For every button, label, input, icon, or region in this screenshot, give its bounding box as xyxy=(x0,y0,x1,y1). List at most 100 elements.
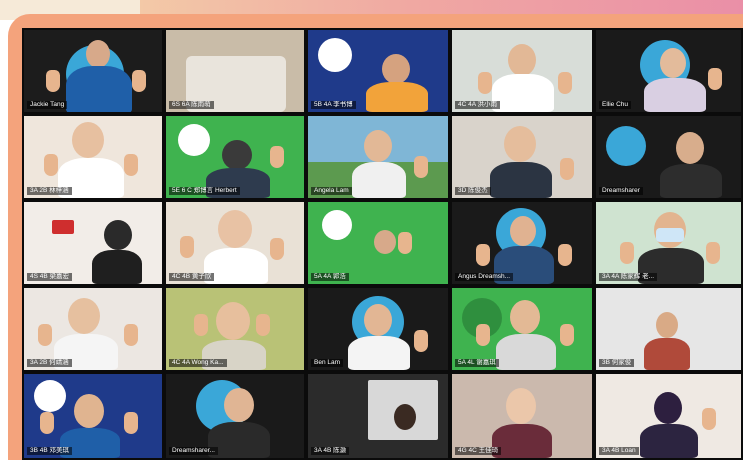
participant-body xyxy=(640,424,698,458)
participant-head xyxy=(510,216,536,246)
participant-head xyxy=(222,140,252,170)
participant-head xyxy=(506,388,536,424)
participant-name-label: 3A 2B 何靖涵 xyxy=(27,359,72,367)
video-tile[interactable]: 3A 2B 林梓涵 xyxy=(24,116,162,198)
video-tile[interactable]: Angela Lam xyxy=(308,116,448,198)
participant-head xyxy=(656,312,678,338)
participant-head xyxy=(74,394,104,428)
video-tile[interactable]: Dreamsharer xyxy=(596,116,741,198)
participant-body xyxy=(660,164,722,198)
participant-body xyxy=(644,338,690,370)
participant-head xyxy=(104,220,132,250)
hand-icon xyxy=(706,242,720,264)
video-tile[interactable]: 3A 4A 陈家辉 老... xyxy=(596,202,741,284)
participant-name-label: 4G 4C 王佳琦 xyxy=(455,447,502,455)
video-tile[interactable]: Ben Lam xyxy=(308,288,448,370)
participant-body xyxy=(490,162,552,198)
hand-icon xyxy=(702,408,716,430)
screenshot-frame: Jackie Tang 6S 6A 陈雨萌 5B 4A 李书博 4C 4A 洪小… xyxy=(0,0,743,460)
participant-head xyxy=(364,130,392,162)
participant-head xyxy=(364,304,392,336)
video-tile[interactable]: Angus Dreamsh... xyxy=(452,202,592,284)
participant-head xyxy=(510,300,540,334)
video-tile[interactable]: 3A 4B Loan xyxy=(596,374,741,458)
participant-body xyxy=(492,74,554,112)
video-tile[interactable]: Jackie Tang xyxy=(24,30,162,112)
hand-icon xyxy=(478,72,492,94)
participant-name-label: 3B 4B 邓美琪 xyxy=(27,447,73,455)
participant-name-label: 5A 4L 谢嘉琪 xyxy=(455,359,499,367)
hand-icon xyxy=(558,72,572,94)
participant-body xyxy=(496,334,556,370)
hand-icon xyxy=(414,156,428,178)
participant-name-label: 3A 4B 陈灏 xyxy=(311,447,350,455)
participant-name-label: 5B 4A 李书博 xyxy=(311,101,356,109)
hand-icon xyxy=(256,314,270,336)
participant-name-label: 4C 4A 洪小雨 xyxy=(455,101,501,109)
participant-body xyxy=(644,78,706,112)
hand-icon xyxy=(270,146,284,168)
participant-head xyxy=(382,54,410,84)
participant-name-label: Ellie Chu xyxy=(599,101,632,109)
video-tile[interactable]: 4C 4A Wong Ka... xyxy=(166,288,304,370)
participant-name-label: Jackie Tang xyxy=(27,101,68,109)
hand-icon xyxy=(180,236,194,258)
video-tile[interactable]: 6S 6A 陈雨萌 xyxy=(166,30,304,112)
participant-head xyxy=(218,210,252,248)
hand-icon xyxy=(124,154,138,176)
hand-icon xyxy=(270,238,284,260)
participant-name-label: 4C 4B 黄子欣 xyxy=(169,273,215,281)
participant-name-label: Angus Dreamsh... xyxy=(455,273,514,281)
video-tile[interactable]: Ellie Chu xyxy=(596,30,741,112)
participant-body xyxy=(66,66,132,112)
participant-name-label: Dreamsharer... xyxy=(169,447,218,455)
dreamsharer-logo-icon xyxy=(322,210,352,240)
video-tile[interactable]: 3A 2B 何靖涵 xyxy=(24,288,162,370)
red-decoration xyxy=(52,220,74,234)
dreamsharer-logo-icon xyxy=(34,380,66,412)
video-tile[interactable]: 5A 4A 郭浩 xyxy=(308,202,448,284)
participant-head xyxy=(68,298,100,334)
video-tile[interactable]: 5E 6 C 郑博言 Herbert xyxy=(166,116,304,198)
video-tile[interactable]: 5B 4A 李书博 xyxy=(308,30,448,112)
participant-name-label: 3A 4B Loan xyxy=(599,447,639,455)
participant-name-label: Dreamsharer xyxy=(599,187,643,195)
hand-icon xyxy=(414,330,428,352)
video-tile[interactable]: 3A 4B 陈灏 xyxy=(308,374,448,458)
participant-head xyxy=(374,230,396,254)
participant-body xyxy=(348,336,410,370)
participant-head xyxy=(86,40,110,68)
participant-head xyxy=(394,404,416,430)
dreamsharer-logo-icon xyxy=(606,126,646,166)
participant-head xyxy=(72,122,104,158)
participant-body xyxy=(352,162,406,198)
participant-head xyxy=(508,44,536,76)
face-mask xyxy=(656,228,684,242)
hand-icon xyxy=(40,412,54,434)
video-tile[interactable]: 4C 4A 洪小雨 xyxy=(452,30,592,112)
video-tile[interactable]: 3B 何家俊 xyxy=(596,288,741,370)
participant-head xyxy=(504,126,536,162)
video-tile[interactable]: Dreamsharer... xyxy=(166,374,304,458)
participant-name-label: 3A 2B 林梓涵 xyxy=(27,187,72,195)
participant-head xyxy=(224,388,254,422)
participant-name-label: 5A 4A 郭浩 xyxy=(311,273,349,281)
participant-name-label: 4S 4B 梁嘉宏 xyxy=(27,273,73,281)
participant-head xyxy=(216,302,250,340)
hand-icon xyxy=(132,70,146,92)
video-tile[interactable]: 5A 4L 谢嘉琪 xyxy=(452,288,592,370)
video-tile[interactable]: 3D 陈俊杰 xyxy=(452,116,592,198)
hand-icon xyxy=(124,412,138,434)
participant-name-label: Ben Lam xyxy=(311,359,344,367)
video-tile[interactable]: 3B 4B 邓美琪 xyxy=(24,374,162,458)
hand-icon xyxy=(620,242,634,264)
hand-icon xyxy=(476,244,490,266)
video-tile[interactable]: 4C 4B 黄子欣 xyxy=(166,202,304,284)
participant-head xyxy=(676,132,704,164)
participant-head xyxy=(660,48,686,78)
dreamsharer-logo-icon xyxy=(318,38,352,72)
hand-icon xyxy=(476,324,490,346)
video-gallery-grid: Jackie Tang 6S 6A 陈雨萌 5B 4A 李书博 4C 4A 洪小… xyxy=(22,28,743,460)
video-tile[interactable]: 4G 4C 王佳琦 xyxy=(452,374,592,458)
video-tile[interactable]: 4S 4B 梁嘉宏 xyxy=(24,202,162,284)
